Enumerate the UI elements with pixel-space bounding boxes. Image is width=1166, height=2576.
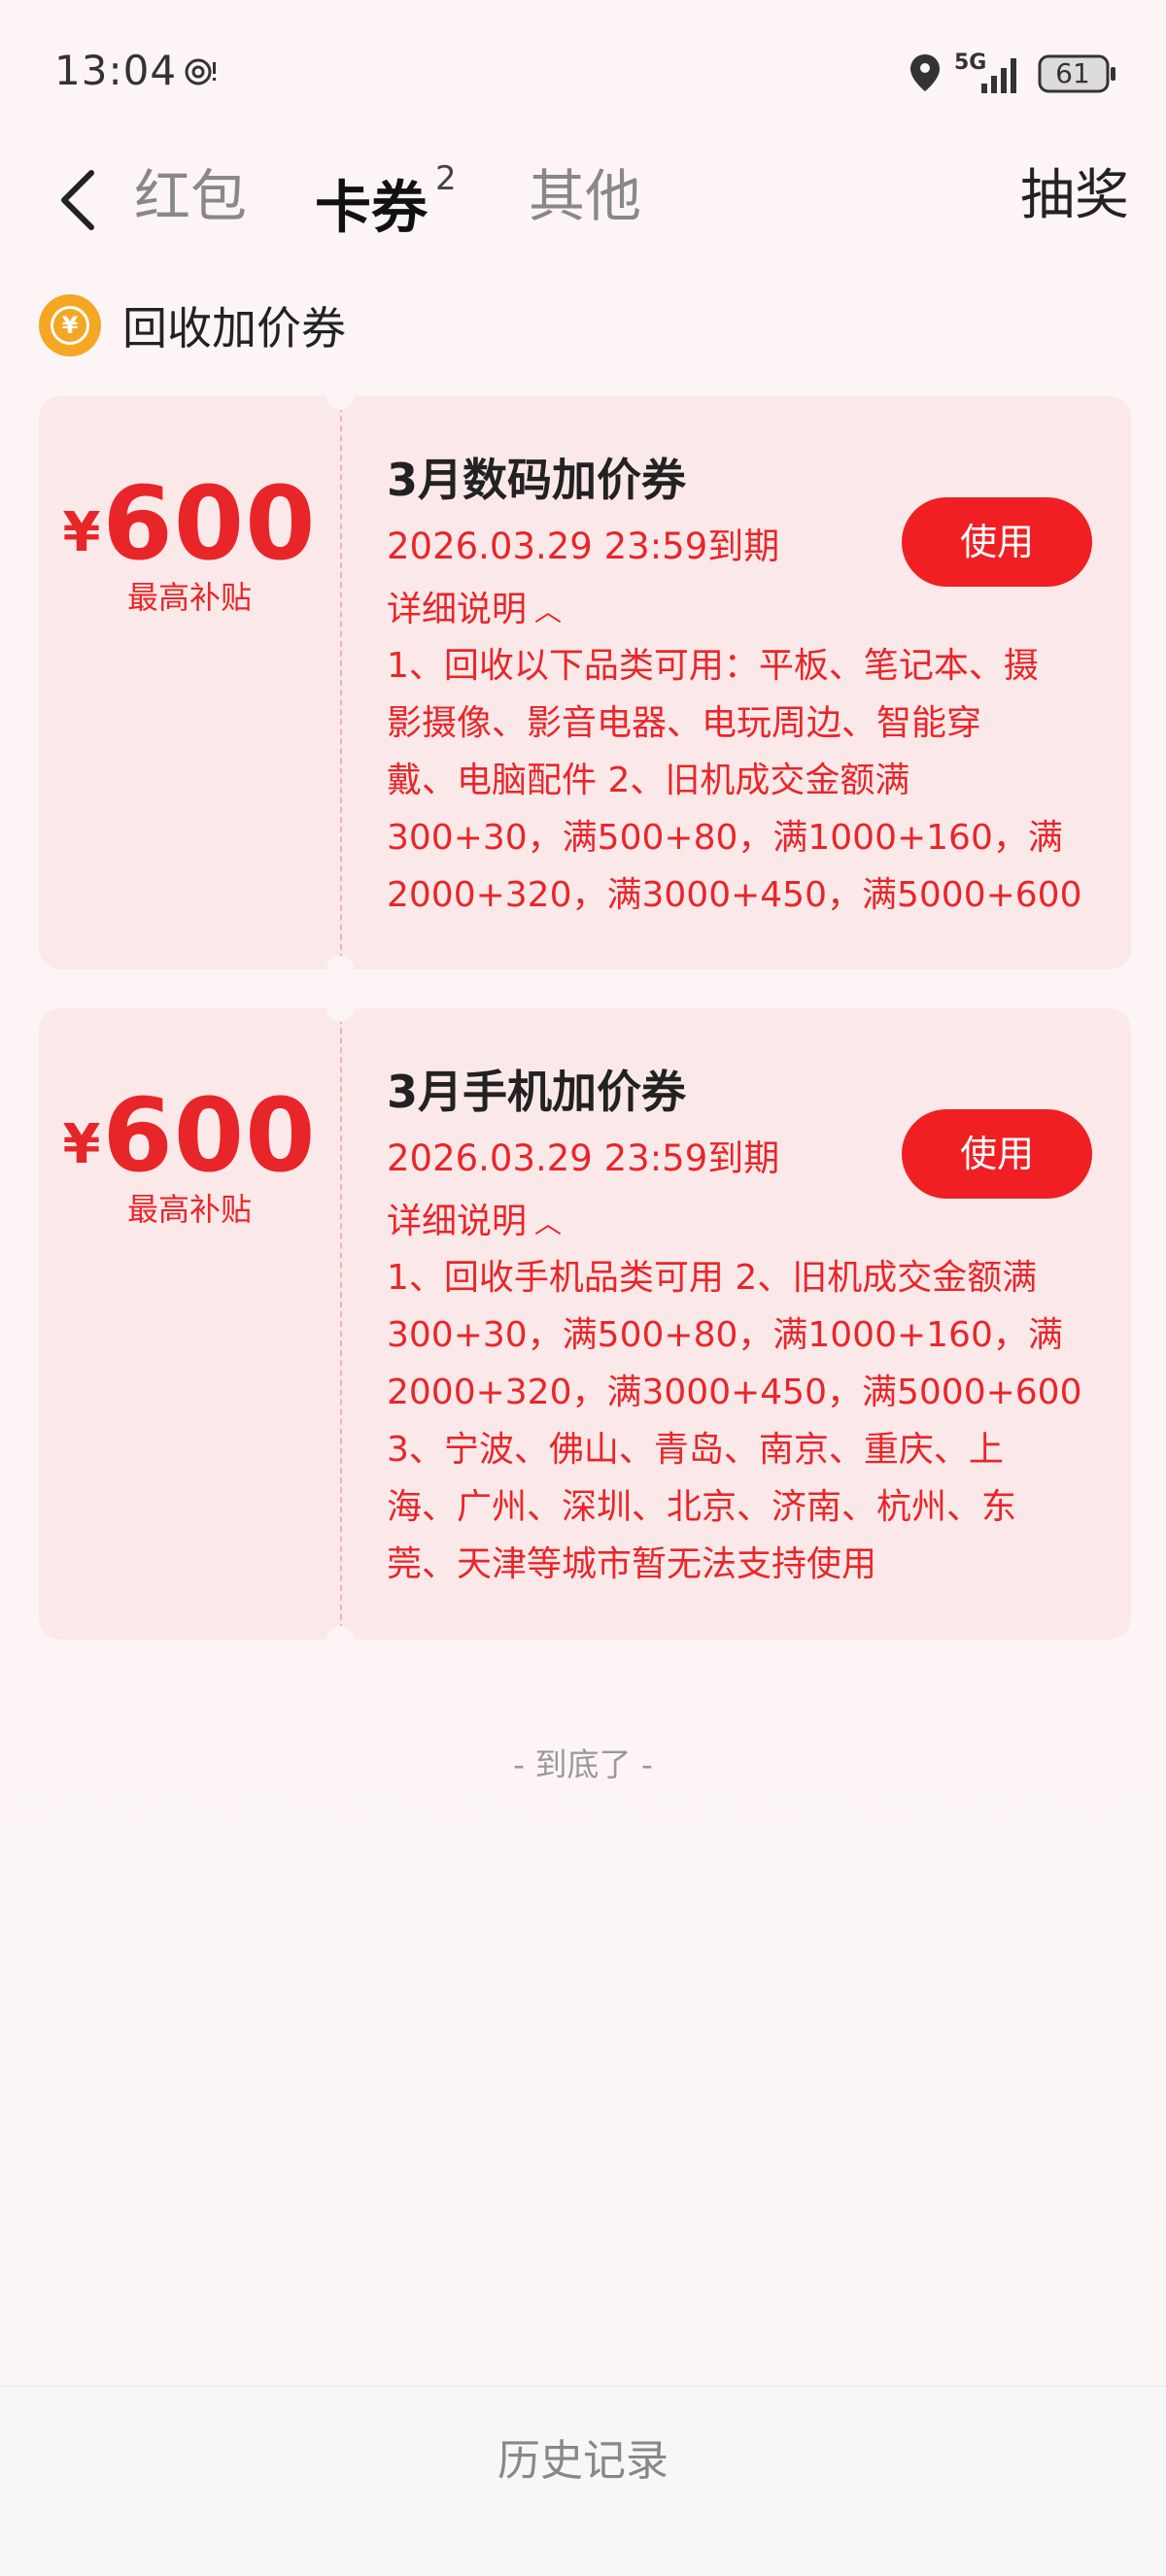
bottom-bar: 历史记录 <box>0 2386 1166 2576</box>
currency-symbol: ¥ <box>62 1113 101 1176</box>
section-header: ¥ 回收加价券 <box>39 289 346 361</box>
page: 13:04 5G 61 红包 卡券 2 其他 抽奖 ¥ 回收加价券 ¥600 最… <box>0 0 1166 2576</box>
currency-symbol: ¥ <box>62 501 101 564</box>
chevron-up-icon: ︿ <box>534 1207 563 1239</box>
coupon-divider <box>340 396 342 969</box>
section-title: 回收加价券 <box>122 302 346 355</box>
end-of-list-tip: - 到底了 - <box>513 1746 653 1783</box>
coupon-detail-text: 1、回收手机品类可用 2、旧机成交金额满 300+30，满500+80，满100… <box>387 1258 1082 1584</box>
amount-value: 600 <box>102 464 317 583</box>
coupon-expire: 2026.03.29 23:59到期 <box>387 525 780 567</box>
amount-value: 600 <box>102 1076 317 1195</box>
chevron-up-icon: ︿ <box>534 595 563 627</box>
network-label: 5G <box>954 51 987 75</box>
coupon-card: ¥600 最高补贴 3月手机加价券 2026.03.29 23:59到期 详细说… <box>39 995 1131 1653</box>
coupon-notch-top <box>326 995 354 1022</box>
coupon-notch-bottom <box>326 1626 354 1653</box>
back-arrow-icon[interactable] <box>51 165 109 235</box>
coupon-info: 3月手机加价券 2026.03.29 23:59到期 详细说明 ︿ 1、回收手机品… <box>387 1008 1092 1640</box>
detail-label: 详细说明 <box>387 590 528 629</box>
target-icon <box>185 58 216 85</box>
coupon-notch-bottom <box>326 956 354 983</box>
location-icon <box>910 54 940 91</box>
tab-kaquan-label: 卡券 <box>315 174 429 241</box>
coupon-expire: 2026.03.29 23:59到期 <box>387 1137 780 1179</box>
detail-label: 详细说明 <box>387 1202 528 1241</box>
coupon-notch-top <box>326 383 354 410</box>
tab-hongbao[interactable]: 红包 <box>134 157 247 235</box>
signal-icon: 5G <box>954 51 1020 97</box>
status-bar: 13:04 5G 61 <box>0 0 1166 146</box>
coupon-amount: ¥600 <box>39 464 340 583</box>
coupon-amount-panel: ¥600 最高补贴 <box>39 1008 340 1640</box>
detail-toggle[interactable]: 详细说明 ︿ <box>387 581 562 631</box>
detail-toggle[interactable]: 详细说明 ︿ <box>387 1193 562 1243</box>
coupon-divider <box>340 1008 342 1640</box>
history-button[interactable]: 历史记录 <box>0 2425 1166 2488</box>
use-button[interactable]: 使用 <box>902 1109 1092 1199</box>
coupon-title: 3月数码加价券 <box>387 454 687 506</box>
yen-coin-icon: ¥ <box>39 294 101 356</box>
lottery-button[interactable]: 抽奖 <box>1020 157 1129 235</box>
amount-caption: 最高补贴 <box>126 579 252 616</box>
nav-bar: 红包 卡券 2 其他 抽奖 <box>0 146 1166 253</box>
coupon-card: ¥600 最高补贴 3月数码加价券 2026.03.29 23:59到期 详细说… <box>39 383 1131 983</box>
status-time: 13:04 <box>54 47 178 94</box>
coupon-detail-text: 1、回收以下品类可用：平板、笔记本、摄 影摄像、影音电器、电玩周边、智能穿 戴、… <box>387 646 1082 915</box>
coupon-amount: ¥600 <box>39 1076 340 1195</box>
amount-caption: 最高补贴 <box>126 1191 252 1228</box>
use-button[interactable]: 使用 <box>902 497 1092 587</box>
coupon-info: 3月数码加价券 2026.03.29 23:59到期 详细说明 ︿ 1、回收以下品… <box>387 396 1092 969</box>
tab-qita[interactable]: 其他 <box>529 157 641 235</box>
tab-kaquan[interactable]: 卡券 2 <box>315 157 457 246</box>
battery-icon: 61 <box>1038 54 1117 93</box>
battery-level: 61 <box>1055 57 1090 89</box>
coupon-title: 3月手机加价券 <box>387 1066 687 1118</box>
tab-kaquan-badge: 2 <box>435 159 457 198</box>
yen-symbol: ¥ <box>51 306 89 345</box>
coupon-amount-panel: ¥600 最高补贴 <box>39 396 340 969</box>
